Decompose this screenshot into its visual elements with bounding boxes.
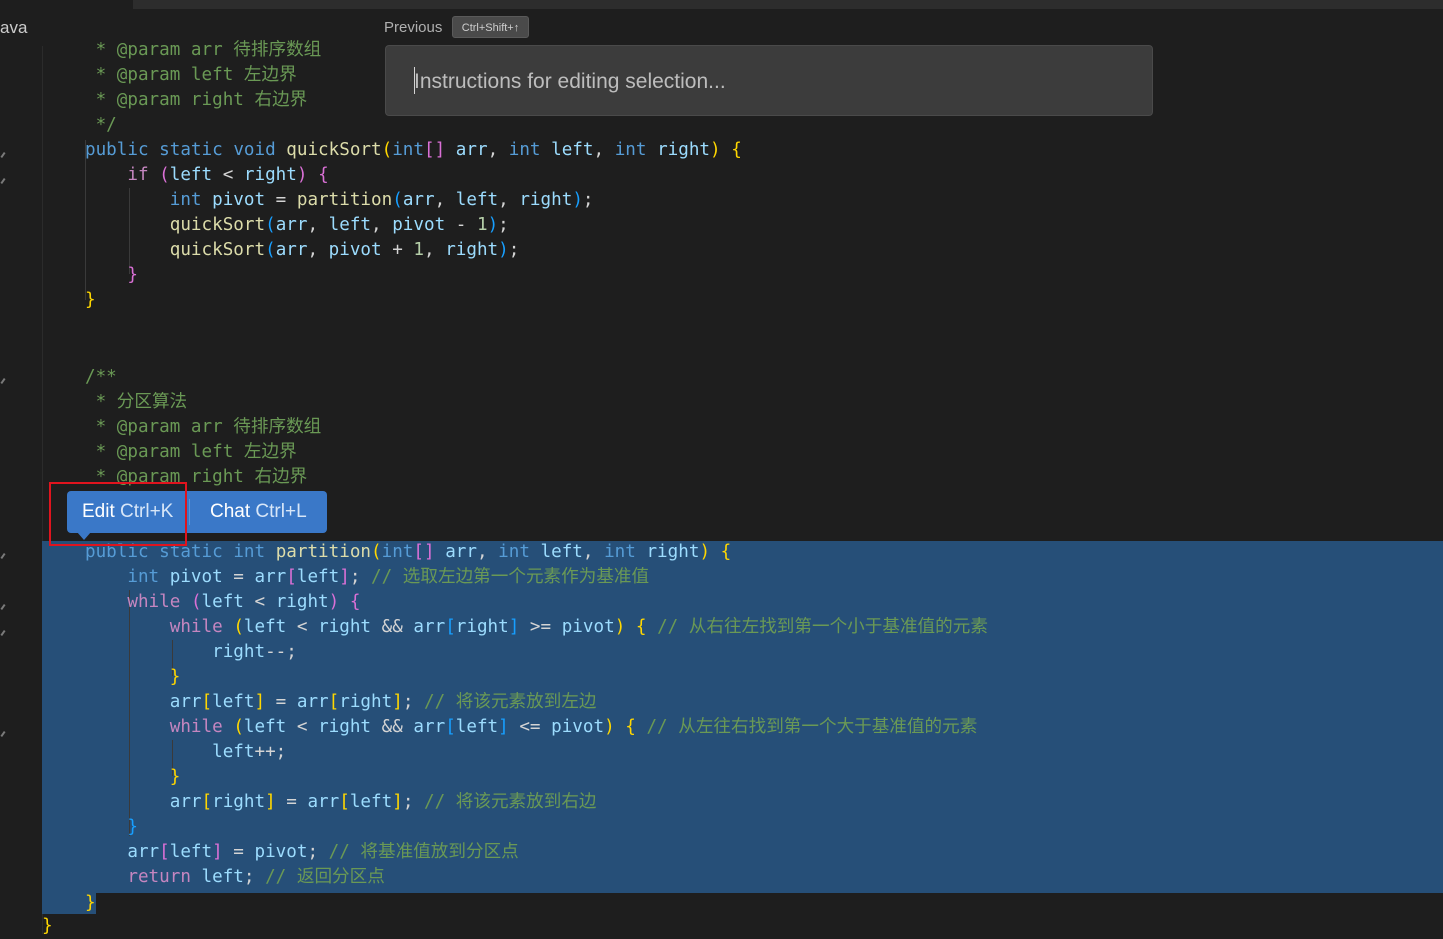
- annotation-highlight-box: [49, 482, 187, 546]
- code-line: while (left < right && arr[right] >= piv…: [169, 617, 988, 637]
- edit-instructions-input[interactable]: [412, 64, 1116, 100]
- code-line: arr[left] = arr[right]; // 将该元素放到左边: [169, 692, 597, 712]
- code-line: while (left < right && arr[left] <= pivo…: [169, 717, 978, 737]
- code-editor[interactable]: * @param arr 待排序数组 * @param left 左边界 * @…: [0, 0, 1443, 936]
- code-line: * @param right 右边界: [85, 90, 308, 110]
- code-line: /**: [85, 367, 117, 387]
- code-line: * @param arr 待排序数组: [85, 40, 322, 60]
- code-line: if (left < right) {: [127, 165, 329, 185]
- code-line: }: [85, 893, 96, 913]
- code-line: quickSort(arr, pivot + 1, right);: [169, 240, 520, 260]
- code-line: }: [42, 916, 53, 936]
- code-line: left++;: [212, 742, 287, 762]
- code-line: public static void quickSort(int[] arr, …: [85, 140, 742, 160]
- code-line: right--;: [212, 642, 297, 662]
- popup-divider: [189, 499, 190, 525]
- code-line: * @param left 左边界: [85, 442, 297, 462]
- code-line: quickSort(arr, left, pivot - 1);: [169, 215, 509, 235]
- code-line: }: [85, 817, 138, 837]
- code-line: * @param left 左边界: [85, 65, 297, 85]
- code-line: * @param arr 待排序数组: [85, 417, 322, 437]
- code-line: arr[right] = arr[left]; // 将该元素放到右边: [169, 792, 597, 812]
- code-line: }: [85, 667, 181, 687]
- code-line: arr[left] = pivot; // 将基准值放到分区点: [127, 842, 519, 862]
- code-line: int pivot = partition(arr, left, right);: [169, 190, 594, 210]
- edit-instructions-panel: [385, 45, 1153, 116]
- code-line: * 分区算法: [85, 392, 188, 412]
- code-line: int pivot = arr[left]; // 选取左边第一个元素作为基准值: [127, 567, 650, 587]
- code-line: while (left < right) {: [127, 592, 361, 612]
- code-line: */: [85, 115, 117, 135]
- code-line: }: [85, 767, 181, 787]
- text-caret: [414, 67, 415, 94]
- code-line: return left; // 返回分区点: [127, 867, 385, 887]
- code-line: }: [85, 290, 96, 310]
- chat-button[interactable]: Chat Ctrl+L: [210, 491, 307, 533]
- code-line: }: [85, 265, 138, 285]
